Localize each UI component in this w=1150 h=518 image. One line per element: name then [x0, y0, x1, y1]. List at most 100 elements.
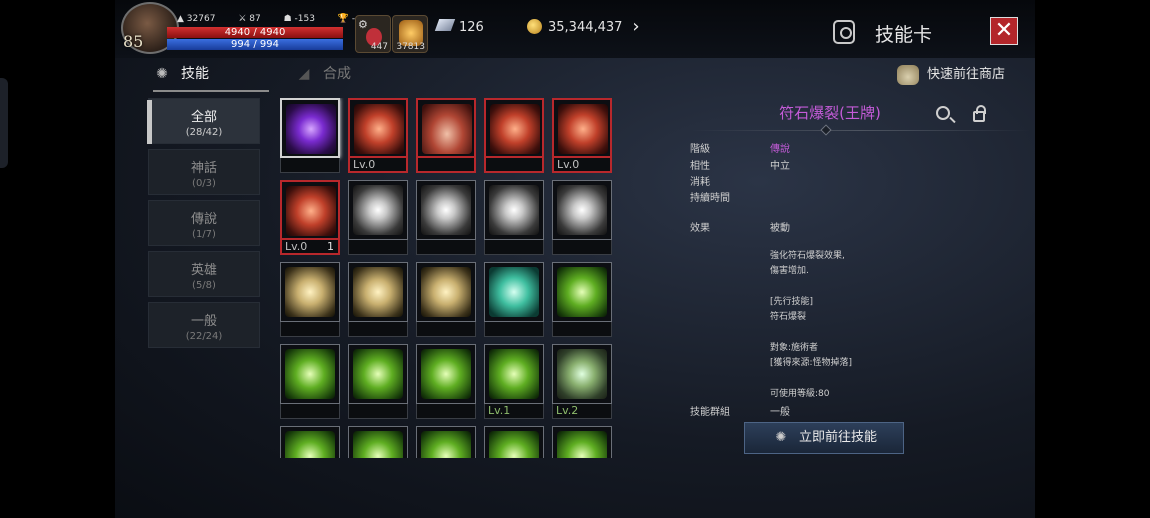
chevron-right-icon[interactable]: › — [627, 16, 645, 38]
top-hud: 85 ▲ 32767 ⚔ 87 ☗ -153 🏆 - 4940 / 4940 9… — [115, 0, 1035, 58]
skill-card[interactable] — [348, 262, 408, 337]
skill-card[interactable]: Lv.2 — [552, 344, 612, 419]
consumable-slot[interactable]: 37813 — [392, 15, 428, 53]
skill-card[interactable] — [416, 98, 476, 173]
lightning-icon — [421, 185, 471, 235]
leaf-blade-icon — [489, 267, 539, 317]
shield-bolt-icon — [353, 185, 403, 235]
skill-card[interactable] — [484, 262, 544, 337]
desc-line: 傷害增加. — [770, 266, 809, 276]
divider-ornament-icon — [820, 124, 832, 136]
tab-skill[interactable]: ✺ 技能 — [153, 58, 269, 92]
hp-potion-slot[interactable]: ⚙ 447 — [355, 15, 391, 53]
skill-card-frame — [280, 344, 340, 404]
category-count: (0/3) — [192, 178, 216, 189]
skill-card[interactable] — [416, 426, 476, 458]
skill-card[interactable] — [552, 426, 612, 458]
skill-card[interactable]: Lv.0 — [552, 98, 612, 173]
category-name: 全部 — [190, 110, 217, 125]
skill-card-frame — [280, 262, 340, 322]
rune-burst-icon — [286, 104, 336, 154]
skill-card-frame — [348, 98, 408, 158]
gold-count: 35,344,437 — [548, 20, 623, 35]
stats-row: ▲ 32767 ⚔ 87 ☗ -153 🏆 - — [177, 14, 375, 24]
skill-quantity: 1 — [327, 240, 334, 253]
desc-line: 符石爆裂 — [770, 312, 807, 322]
money-bag-icon — [897, 64, 919, 85]
category-hero[interactable]: 英雄 (5/8) — [148, 251, 260, 297]
skill-card[interactable]: Lv.1 — [484, 344, 544, 419]
skill-card[interactable] — [416, 344, 476, 419]
green-beast-icon — [489, 431, 539, 458]
skill-level-strip: Lv.2 — [552, 404, 612, 419]
category-legend[interactable]: 傳說 (1/7) — [148, 200, 260, 246]
skill-card[interactable] — [484, 180, 544, 255]
skill-card[interactable]: Lv.0 1 — [280, 180, 340, 255]
skill-level-strip — [280, 404, 340, 419]
desc-line: 強化符石爆裂效果, — [770, 251, 845, 261]
skill-level-strip — [348, 404, 408, 419]
go-to-skill-button[interactable]: ✺ 立即前往技能 — [744, 422, 904, 454]
screen: 85 ▲ 32767 ⚔ 87 ☗ -153 🏆 - 4940 / 4940 9… — [0, 0, 1150, 518]
edge-handle[interactable] — [0, 78, 8, 168]
skill-level-strip — [416, 322, 476, 337]
hp-bar: 4940 / 4940 — [167, 27, 343, 38]
skill-card-frame — [280, 426, 340, 458]
sword-circle-icon — [558, 104, 608, 154]
skill-card[interactable] — [280, 262, 340, 337]
category-list: 全部 (28/42) 神話 (0/3) 傳說 (1/7) 英雄 (5/8) 一般… — [147, 98, 260, 353]
skill-level: Lv.1 — [488, 404, 511, 417]
skill-card[interactable] — [552, 262, 612, 337]
game-window: 85 ▲ 32767 ⚔ 87 ☗ -153 🏆 - 4940 / 4940 9… — [115, 0, 1035, 518]
skill-card[interactable] — [552, 180, 612, 255]
stat-attack: ⚔ 87 — [238, 14, 261, 24]
diamond-icon — [434, 19, 456, 31]
skill-level-strip — [552, 322, 612, 337]
cross-seal-icon — [286, 186, 336, 236]
summon-icon — [285, 267, 335, 317]
skill-card-frame — [484, 426, 544, 458]
go-to-skill-label: 立即前往技能 — [798, 430, 877, 445]
stat-combat: ▲ 32767 — [177, 14, 216, 24]
skill-card[interactable] — [280, 344, 340, 419]
skill-card[interactable] — [348, 180, 408, 255]
body-aura-icon — [422, 104, 472, 154]
green-body-icon — [557, 267, 607, 317]
skill-card-frame — [552, 344, 612, 404]
dash-slash-icon — [354, 104, 404, 154]
skill-card-frame — [348, 426, 408, 458]
close-button[interactable]: ✕ — [990, 17, 1018, 45]
skill-card-frame — [484, 98, 544, 158]
skill-level-strip — [348, 240, 408, 255]
lock-icon[interactable] — [973, 105, 986, 122]
skill-card-icon — [833, 20, 855, 44]
skill-card[interactable] — [280, 426, 340, 458]
skill-card[interactable] — [348, 426, 408, 458]
rune-swirl-icon — [421, 349, 471, 399]
category-name: 一般 — [190, 314, 217, 329]
category-mythic[interactable]: 神話 (0/3) — [148, 149, 260, 195]
skill-level: Lv.0 — [285, 240, 308, 253]
skill-card[interactable] — [348, 344, 408, 419]
skill-level-strip — [552, 240, 612, 255]
skill-card[interactable] — [484, 98, 544, 173]
skill-card[interactable] — [280, 98, 340, 173]
category-normal[interactable]: 一般 (22/24) — [148, 302, 260, 348]
skill-card-frame — [484, 180, 544, 240]
skill-card-frame — [348, 344, 408, 404]
skill-card[interactable] — [416, 180, 476, 255]
search-icon[interactable] — [936, 106, 950, 120]
green-crowd-icon — [285, 431, 335, 458]
stat-karma: ☗ -153 — [283, 14, 315, 24]
green-skull-icon — [421, 431, 471, 458]
sun-spiral-icon — [421, 267, 471, 317]
skill-level-strip: Lv.0 — [348, 158, 408, 173]
swirl-icon: ✺ — [156, 66, 168, 82]
skill-card-frame — [484, 344, 544, 404]
skill-card[interactable] — [416, 262, 476, 337]
category-all[interactable]: 全部 (28/42) — [147, 98, 260, 144]
skill-card[interactable]: Lv.0 — [348, 98, 408, 173]
tab-synthesis[interactable]: ◢ 合成 — [295, 58, 365, 92]
quick-shop-link[interactable]: 快速前往商店 — [897, 63, 1005, 87]
skill-card[interactable] — [484, 426, 544, 458]
